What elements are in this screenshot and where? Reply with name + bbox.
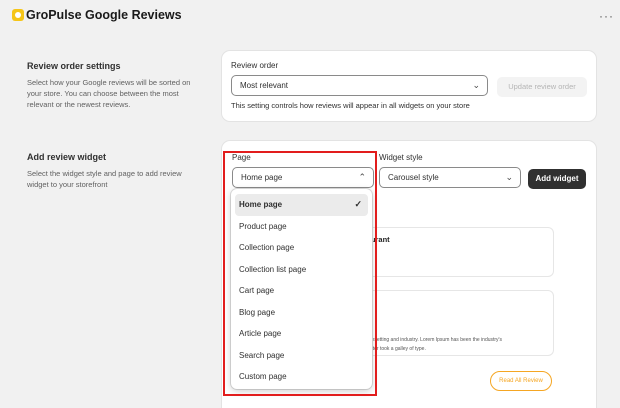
review-order-description: Select how your Google reviews will be s… [27,78,191,109]
app-logo-icon [12,9,24,21]
add-widget-button[interactable]: Add widget [528,169,586,189]
highlight-box [223,151,377,396]
chevron-down-icon: ⌄ [505,172,513,182]
chevron-down-icon: ⌄ [472,80,480,90]
review-order-label: Review order [231,61,279,70]
read-all-review-button[interactable]: Read All Review [490,371,552,391]
review-order-section-info: Review order settings Select how your Go… [27,61,197,110]
widget-style-value: Carousel style [388,173,439,182]
update-review-order-button[interactable]: Update review order [497,77,587,97]
review-order-select[interactable]: Most relevant ⌄ [231,75,488,96]
add-widget-section-info: Add review widget Select the widget styl… [27,152,197,190]
add-widget-description: Select the widget style and page to add … [27,169,182,189]
widget-style-label: Widget style [379,153,423,162]
more-actions-icon[interactable]: ··· [599,9,614,23]
widget-style-select[interactable]: Carousel style ⌄ [379,167,521,188]
review-order-card: Review order Most relevant ⌄ Update revi… [222,51,596,121]
app-title: GroPulse Google Reviews [26,8,182,22]
top-bar: GroPulse Google Reviews ··· [0,0,620,32]
review-order-value: Most relevant [240,81,289,90]
add-widget-heading: Add review widget [27,152,107,162]
review-order-heading: Review order settings [27,61,121,71]
review-order-help: This setting controls how reviews will a… [231,101,470,110]
